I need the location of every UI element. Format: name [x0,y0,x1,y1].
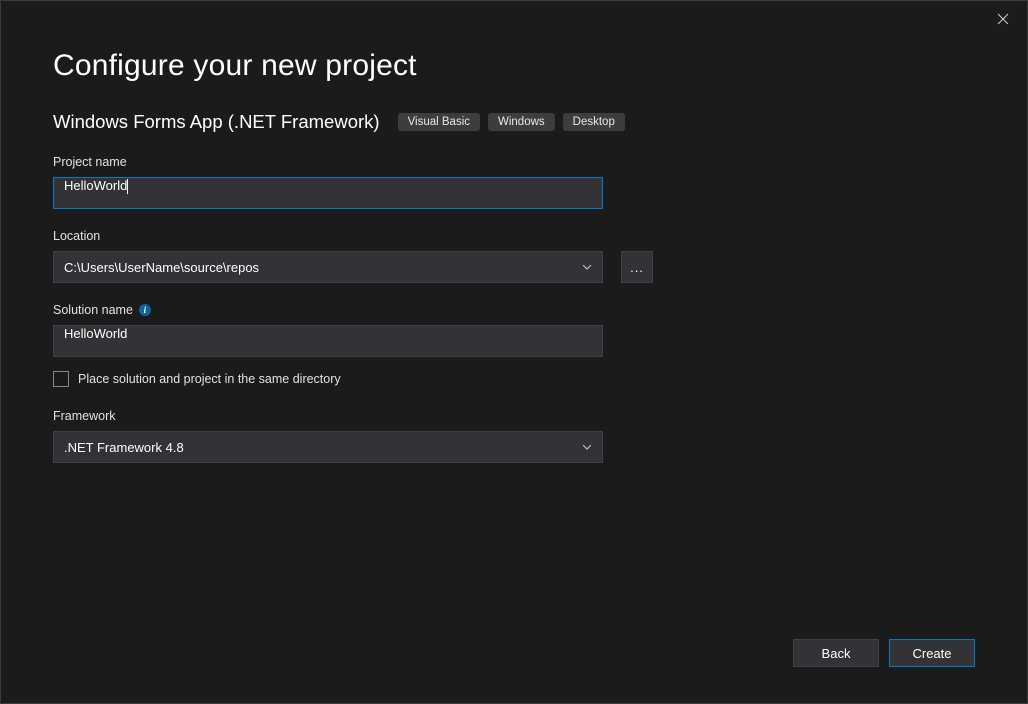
solution-name-value: HelloWorld [64,326,127,341]
location-value: C:\Users\UserName\source\repos [64,260,259,275]
info-icon[interactable]: i [139,304,151,316]
same-directory-checkbox[interactable] [53,371,69,387]
framework-label: Framework [53,409,975,423]
back-button[interactable]: Back [793,639,879,667]
framework-value: .NET Framework 4.8 [64,440,184,455]
template-tags: Visual Basic Windows Desktop [398,113,625,131]
close-button[interactable] [989,7,1017,31]
tag-visual-basic: Visual Basic [398,113,480,131]
project-name-label: Project name [53,155,975,169]
location-combo[interactable]: C:\Users\UserName\source\repos [53,251,603,283]
create-label: Create [912,646,951,661]
framework-combo[interactable]: .NET Framework 4.8 [53,431,603,463]
chevron-down-icon [582,262,592,272]
chevron-down-icon [582,442,592,452]
back-label: Back [822,646,851,661]
same-directory-label: Place solution and project in the same d… [78,372,341,386]
page-title: Configure your new project [53,49,975,83]
tag-desktop: Desktop [563,113,625,131]
browse-label: ... [630,260,644,275]
tag-windows: Windows [488,113,555,131]
solution-name-label-text: Solution name [53,303,133,317]
text-cursor [127,179,128,194]
project-name-input[interactable]: HelloWorld [53,177,603,209]
template-name: Windows Forms App (.NET Framework) [53,111,380,133]
project-name-value: HelloWorld [64,178,127,193]
solution-name-label: Solution name i [53,303,975,317]
create-button[interactable]: Create [889,639,975,667]
close-icon [997,13,1009,25]
browse-button[interactable]: ... [621,251,653,283]
location-label: Location [53,229,975,243]
solution-name-input[interactable]: HelloWorld [53,325,603,357]
